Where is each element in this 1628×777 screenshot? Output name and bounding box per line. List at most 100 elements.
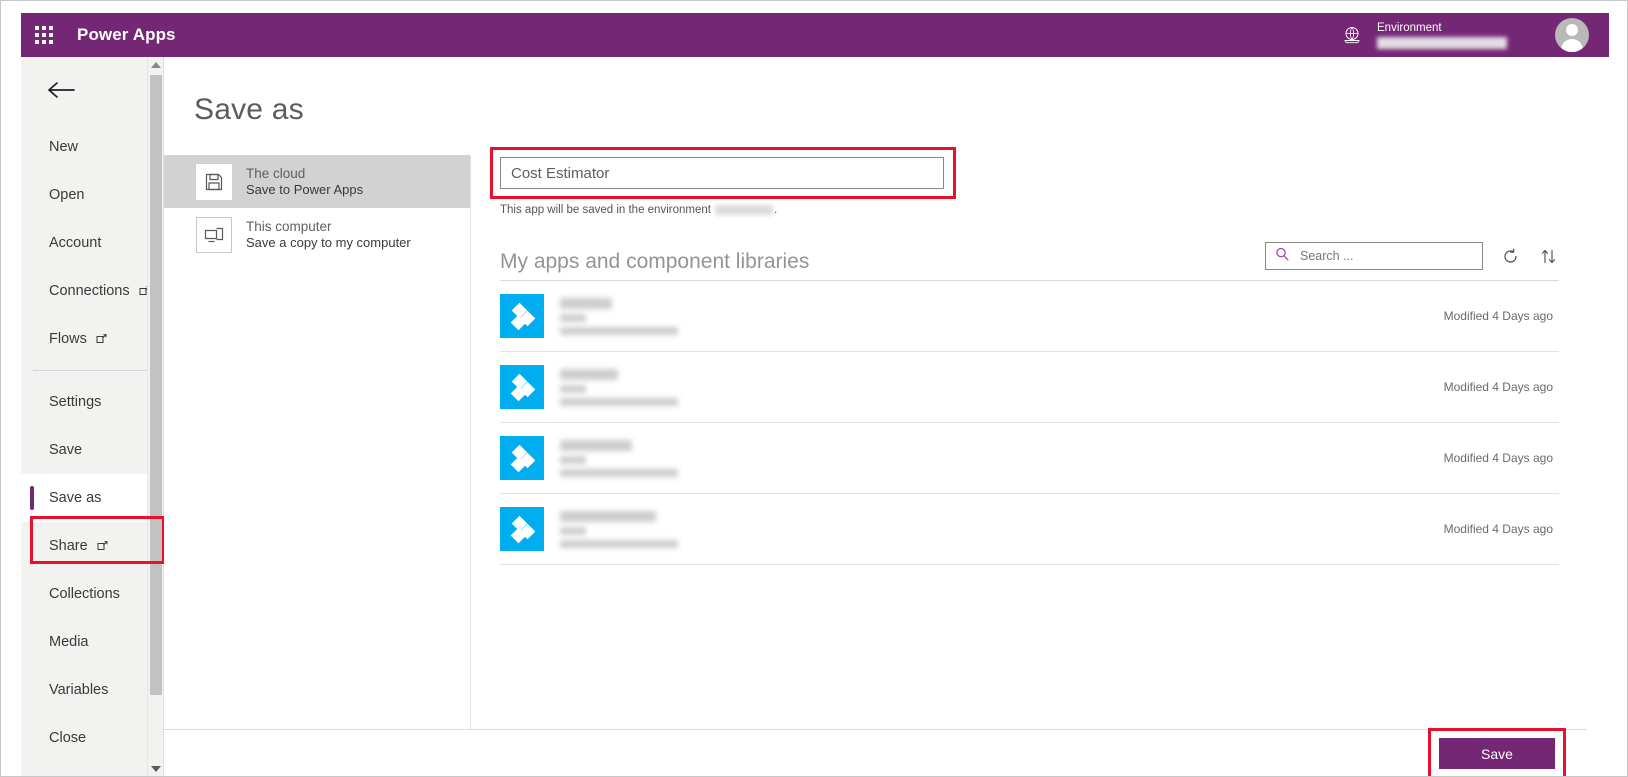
destination-text: This computer Save a copy to my computer xyxy=(246,218,411,252)
table-row[interactable]: Modified 4 Days ago xyxy=(500,494,1559,565)
table-row[interactable]: Modified 4 Days ago xyxy=(500,352,1559,423)
app-name-redacted xyxy=(560,297,612,309)
sidebar-item-flows[interactable]: Flows xyxy=(21,315,163,363)
app-header: Power Apps Environment xyxy=(21,13,1609,57)
app-owner-redacted xyxy=(560,455,586,464)
destination-the-cloud[interactable]: The cloud Save to Power Apps xyxy=(164,155,470,208)
refresh-icon[interactable] xyxy=(1499,245,1521,267)
app-meta xyxy=(560,297,678,335)
save-as-content: This app will be saved in the environmen… xyxy=(472,147,1587,727)
sidebar-item-label: Flows xyxy=(49,331,87,347)
app-detail-redacted xyxy=(560,468,678,477)
user-avatar-icon[interactable] xyxy=(1555,18,1589,52)
environment-hint: This app will be saved in the environmen… xyxy=(500,204,1587,216)
environment-selector[interactable]: Environment xyxy=(1377,21,1527,49)
app-name-redacted xyxy=(560,439,632,451)
destination-this-computer[interactable]: This computer Save a copy to my computer xyxy=(164,208,470,261)
sidebar-item-variables[interactable]: Variables xyxy=(21,666,163,714)
environment-label: Environment xyxy=(1377,22,1442,34)
scroll-up-arrow-icon[interactable] xyxy=(148,57,164,73)
app-meta xyxy=(560,439,678,477)
power-apps-app-icon xyxy=(500,507,544,551)
apps-section-title: My apps and component libraries xyxy=(500,250,810,273)
sidebar-item-open[interactable]: Open xyxy=(21,171,163,219)
sidebar-item-account[interactable]: Account xyxy=(21,219,163,267)
sidebar-item-media[interactable]: Media xyxy=(21,618,163,666)
sidebar-item-label: Settings xyxy=(49,394,102,410)
left-sidebar: New Open Account Connections Flows Setti… xyxy=(21,57,165,776)
sidebar-item-label: Account xyxy=(49,235,102,251)
scrollbar-thumb[interactable] xyxy=(150,75,162,695)
floppy-disk-icon xyxy=(196,163,232,200)
scroll-down-arrow-icon[interactable] xyxy=(148,761,164,776)
destination-text: The cloud Save to Power Apps xyxy=(246,165,363,199)
destination-subtitle: Save to Power Apps xyxy=(246,181,364,197)
power-apps-app-icon xyxy=(500,436,544,480)
sidebar-item-label: Save xyxy=(49,442,83,458)
search-box[interactable] xyxy=(1265,242,1483,270)
destination-title: The cloud xyxy=(246,165,306,181)
sidebar-item-label: Open xyxy=(49,187,85,203)
app-name-redacted xyxy=(560,368,618,380)
apps-toolbar xyxy=(1265,242,1559,274)
sidebar-item-label: Save as xyxy=(49,490,102,506)
external-link-icon xyxy=(97,540,108,552)
search-input[interactable] xyxy=(1298,248,1458,264)
sidebar-item-save[interactable]: Save xyxy=(21,426,163,474)
app-owner-redacted xyxy=(560,384,586,393)
environment-value-redacted xyxy=(1377,37,1507,49)
sidebar-item-save-as[interactable]: Save as xyxy=(21,474,163,522)
app-name-redacted xyxy=(560,510,656,522)
destination-title: This computer xyxy=(246,218,332,234)
sidebar-item-label: Connections xyxy=(49,283,130,299)
app-name-input[interactable] xyxy=(500,157,944,189)
environment-hint-suffix: . xyxy=(773,204,778,216)
computer-monitor-icon xyxy=(196,216,232,253)
sidebar-item-label: Variables xyxy=(49,682,109,698)
app-launcher-grid-icon[interactable] xyxy=(35,26,53,44)
table-row[interactable]: Modified 4 Days ago xyxy=(500,281,1559,352)
sidebar-item-label: Share xyxy=(49,538,88,554)
environment-hint-value-redacted xyxy=(714,205,773,215)
save-button[interactable]: Save xyxy=(1439,738,1555,769)
app-modified-text: Modified 4 Days ago xyxy=(1443,309,1553,323)
sidebar-item-share[interactable]: Share xyxy=(21,522,163,570)
destination-subtitle: Save a copy to my computer xyxy=(246,234,411,250)
app-owner-redacted xyxy=(560,313,586,322)
environment-hint-text: This app will be saved in the environmen… xyxy=(500,204,711,216)
footer-bar: Save xyxy=(164,728,1587,776)
sidebar-item-connections[interactable]: Connections xyxy=(21,267,163,315)
sidebar-item-new[interactable]: New xyxy=(21,123,163,171)
main-pane: Save as The cloud Save to Power Apps Thi… xyxy=(164,57,1587,776)
app-meta xyxy=(560,368,678,406)
table-row[interactable]: Modified 4 Days ago xyxy=(500,423,1559,494)
sidebar-item-label: New xyxy=(49,139,79,155)
app-modified-text: Modified 4 Days ago xyxy=(1443,522,1553,536)
search-icon xyxy=(1275,247,1289,266)
sidebar-item-label: Collections xyxy=(49,586,120,602)
header-right-group: Environment xyxy=(1341,13,1609,57)
app-detail-redacted xyxy=(560,397,678,406)
sidebar-item-collections[interactable]: Collections xyxy=(21,570,163,618)
save-destination-list: The cloud Save to Power Apps This comput… xyxy=(164,155,471,776)
app-modified-text: Modified 4 Days ago xyxy=(1443,380,1553,394)
sidebar-item-label: Media xyxy=(49,634,89,650)
apps-section-header: My apps and component libraries xyxy=(500,242,1559,281)
app-detail-redacted xyxy=(560,326,678,335)
sort-arrows-icon[interactable] xyxy=(1537,245,1559,267)
sidebar-item-settings[interactable]: Settings xyxy=(21,378,163,426)
power-apps-app-icon xyxy=(500,365,544,409)
sidebar-scrollbar[interactable] xyxy=(147,57,164,776)
sidebar-item-close[interactable]: Close xyxy=(21,714,163,762)
brand-title: Power Apps xyxy=(77,25,176,44)
app-meta xyxy=(560,510,678,548)
sidebar-divider xyxy=(33,370,163,371)
app-detail-redacted xyxy=(560,539,678,548)
back-arrow-icon[interactable] xyxy=(21,57,163,123)
globe-icon[interactable] xyxy=(1341,24,1363,46)
external-link-icon xyxy=(96,333,107,345)
app-modified-text: Modified 4 Days ago xyxy=(1443,451,1553,465)
power-apps-window: Power Apps Environment New Open Account … xyxy=(0,0,1628,777)
app-owner-redacted xyxy=(560,526,586,535)
page-title: Save as xyxy=(194,93,304,126)
